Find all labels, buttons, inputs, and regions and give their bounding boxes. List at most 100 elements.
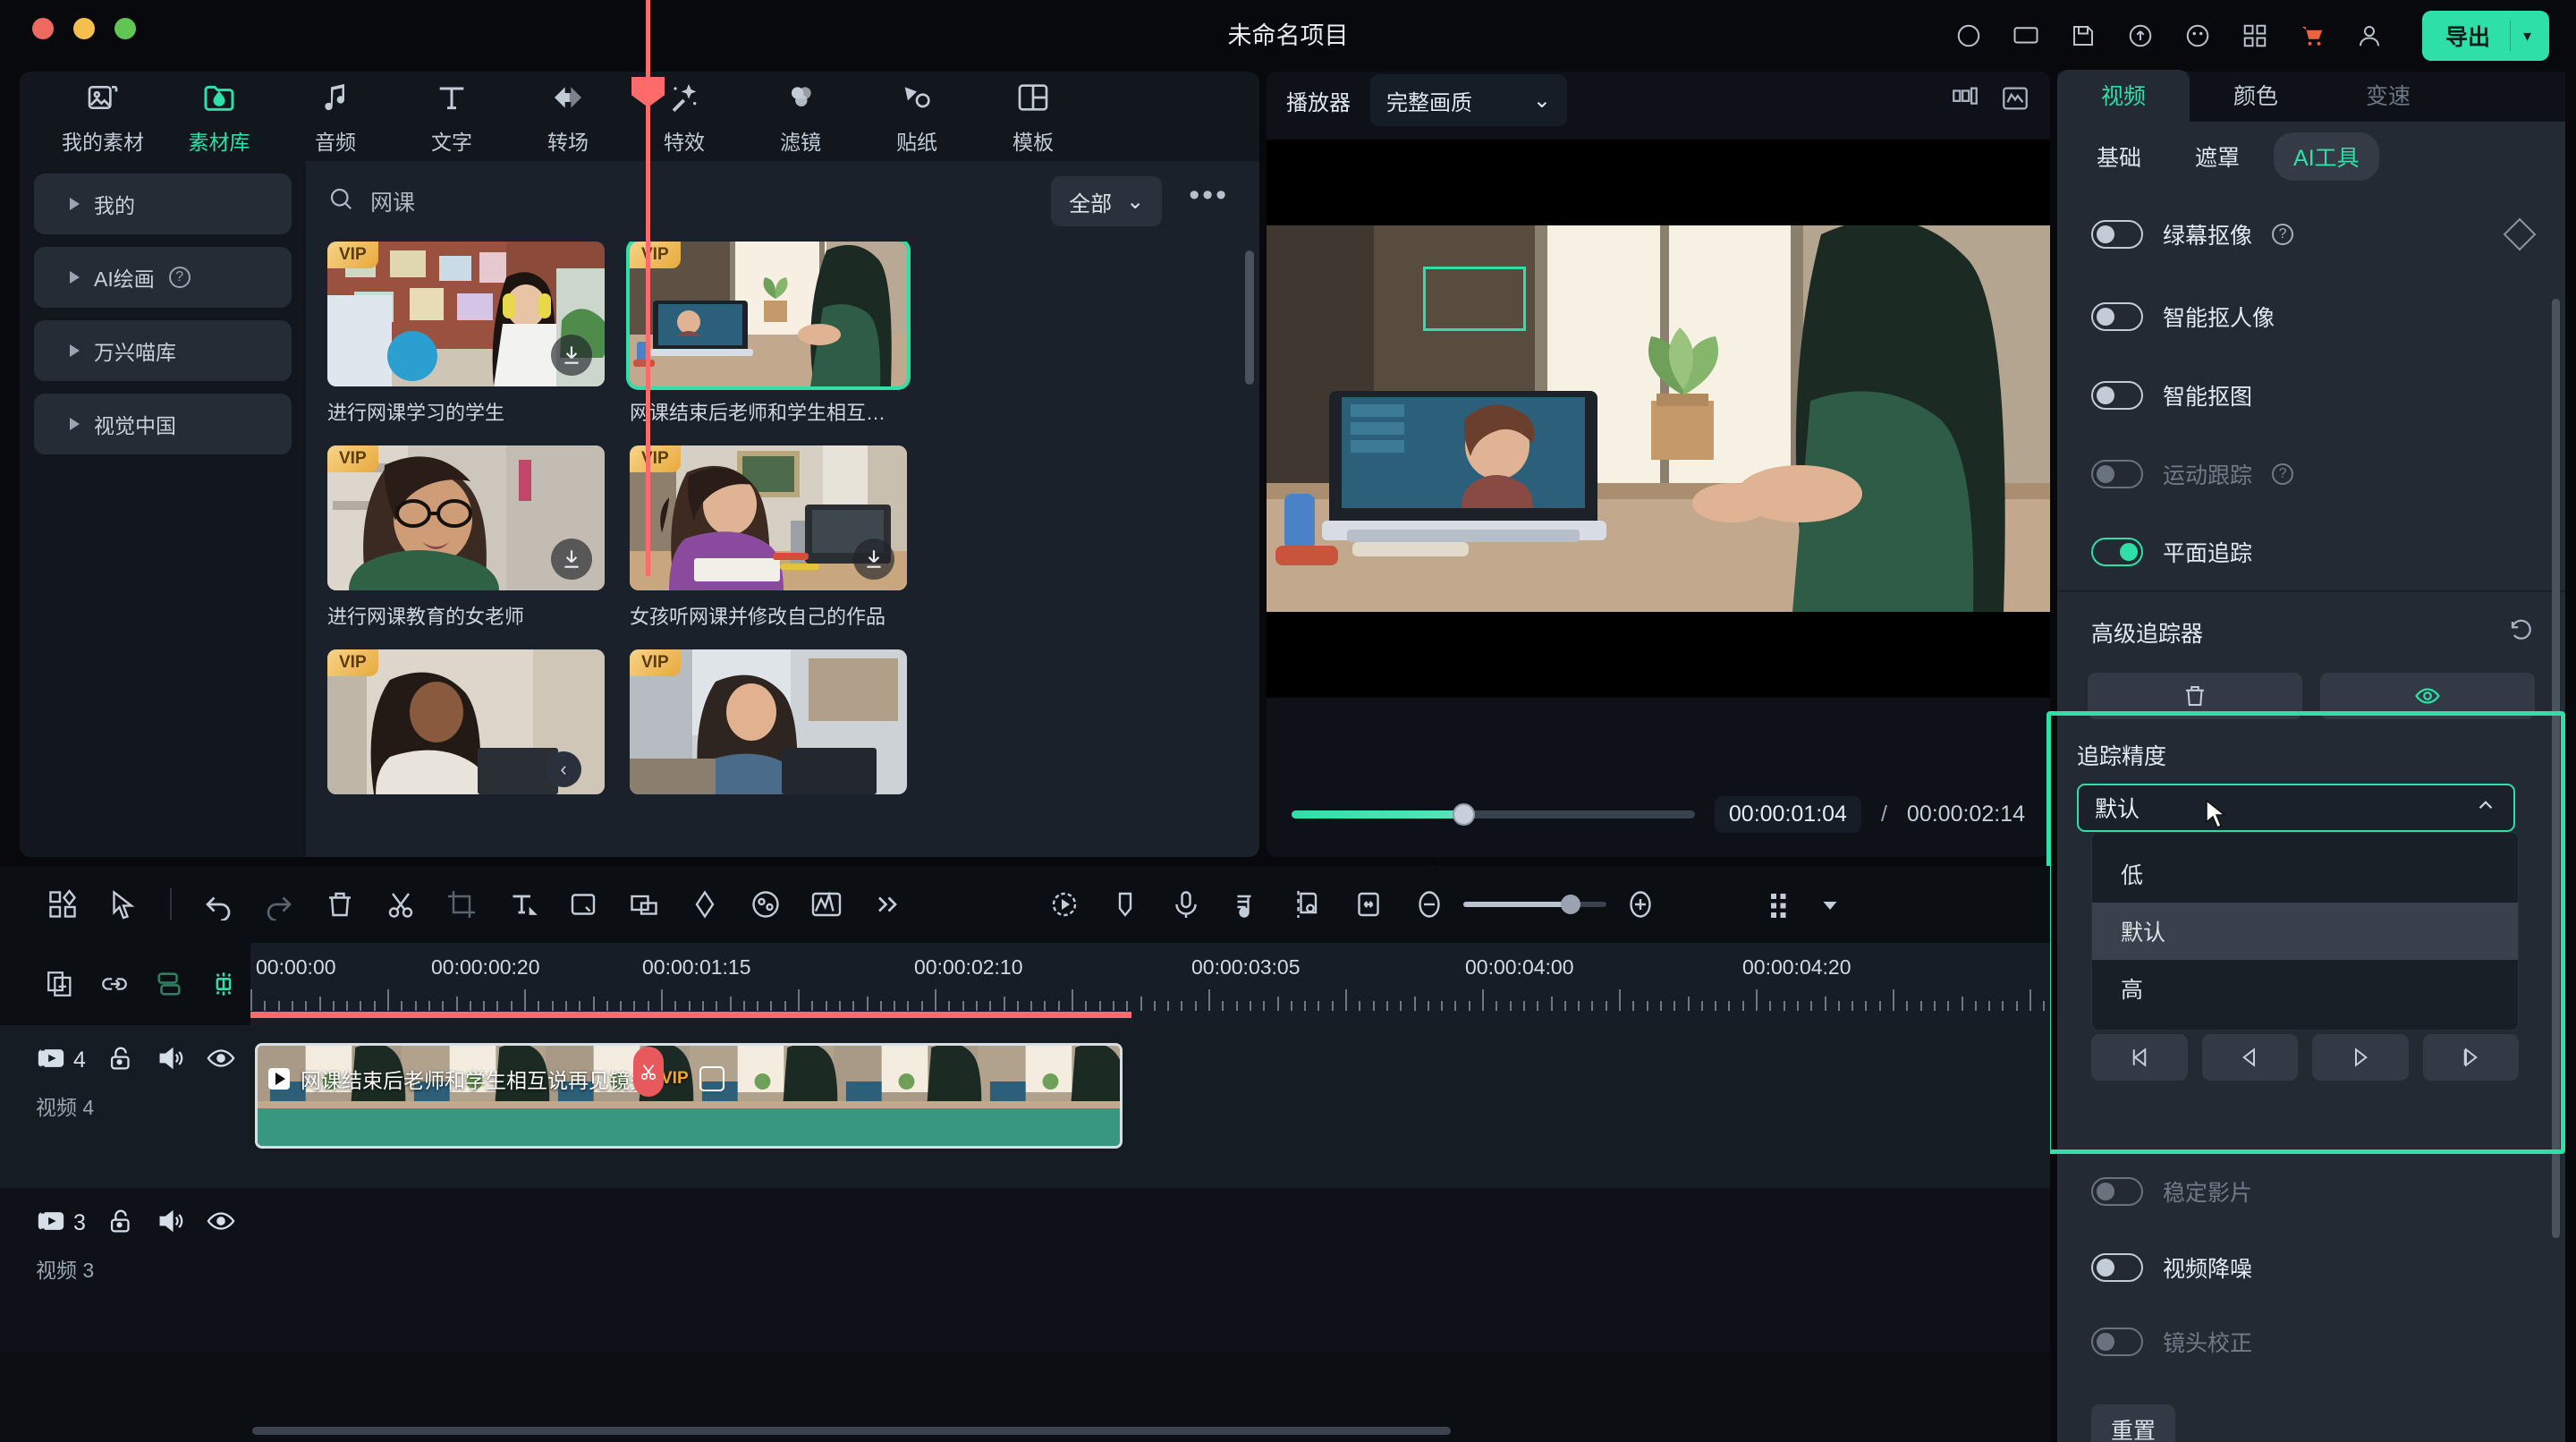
library-thumbnail[interactable]: VIP [630,649,907,794]
download-icon[interactable] [551,335,592,376]
monitor-icon[interactable] [2011,21,2041,51]
video-stage[interactable] [1267,140,2050,698]
timeline-horizontal-scrollbar[interactable] [252,1427,1451,1435]
tab-video[interactable]: 视频 [2057,70,2190,122]
quality-dropdown[interactable]: 完整画质 ⌄ [1370,74,1567,126]
text-tool-icon[interactable] [492,888,553,920]
menu-item-high[interactable]: 高 [2092,960,2518,1017]
step-back-icon[interactable] [2201,1034,2298,1081]
subtab-basic[interactable]: 基础 [2077,132,2161,181]
eye-icon[interactable] [206,1206,236,1241]
library-card[interactable]: VIP 进行网课学习的学生 [327,242,605,426]
planar-tracking-toggle[interactable] [2091,538,2143,566]
crop-icon[interactable] [431,888,492,920]
split-at-playhead-button[interactable] [633,1047,664,1097]
player-seek-slider[interactable] [1292,802,1695,826]
user-icon[interactable] [2354,21,2385,51]
library-thumbnail[interactable]: VIP [327,242,605,386]
view-density-icon[interactable] [1751,888,1812,920]
record-icon[interactable] [1953,21,1984,51]
nav-tab-filters[interactable]: 滤镜 [742,78,859,156]
library-card[interactable]: VIP 女孩听网课并修改自己的作品 [630,445,907,630]
subtab-mask[interactable]: 遮罩 [2175,132,2259,181]
cloud-upload-icon[interactable] [2125,21,2156,51]
skip-start-icon[interactable] [2091,1034,2188,1081]
split-scissors-icon[interactable] [370,888,431,920]
delete-icon[interactable] [309,888,370,920]
green-screen-toggle[interactable] [2091,220,2143,249]
help-icon[interactable]: ? [2272,224,2294,245]
keyframe-icon[interactable] [2503,217,2537,251]
beat-detect-icon[interactable] [1216,888,1277,920]
stabilize-icon[interactable] [796,888,857,920]
add-track-icon[interactable] [32,969,87,999]
zoom-slider[interactable] [1463,895,1606,914]
play-forward-icon[interactable] [2312,1034,2409,1081]
grid-icon[interactable] [2240,21,2270,51]
planar-tracking-selection-box[interactable] [1423,267,1526,331]
crop-icon[interactable] [699,1066,724,1091]
sidebar-item-mine[interactable]: 我的 [34,174,292,234]
download-icon[interactable] [853,539,894,580]
cart-icon[interactable] [2297,21,2327,51]
tab-speed[interactable]: 变速 [2322,79,2454,122]
redo-icon[interactable] [249,888,309,920]
download-icon[interactable] [551,539,592,580]
keyframe-icon[interactable] [674,888,735,920]
chevron-down-icon[interactable] [1812,888,1848,920]
menu-item-low[interactable]: 低 [2092,845,2518,903]
layout-grid-icon[interactable] [1950,83,1980,118]
auto-highlight-icon[interactable] [1034,888,1095,920]
nav-tab-stock-library[interactable]: 素材库 [161,78,277,156]
color-wheel-icon[interactable] [735,888,796,920]
library-thumbnail[interactable]: VIP [630,242,907,386]
nav-tab-audio[interactable]: 音频 [277,78,394,156]
link-icon[interactable] [87,969,141,999]
library-thumbnail[interactable]: VIP [327,445,605,590]
filter-all-dropdown[interactable]: 全部 ⌄ [1051,176,1163,226]
progress-knob[interactable] [1453,802,1476,826]
smart-cutout-toggle[interactable] [2091,381,2143,410]
denoise-toggle[interactable] [2091,1253,2143,1282]
tracking-accuracy-dropdown[interactable]: 默认 [2077,784,2515,832]
unlock-icon[interactable] [106,1206,136,1241]
nav-tab-transition[interactable]: 转场 [510,78,626,156]
search-input[interactable]: 网课 [327,185,1035,218]
playhead[interactable] [631,0,665,576]
undo-icon[interactable] [188,888,249,920]
library-card[interactable]: VIP 网课结束后老师和学生相互… [630,242,907,426]
reset-icon[interactable] [2508,617,2535,649]
track-body[interactable] [250,1188,2050,1351]
track-body[interactable]: 网课结束后老师和学生相互说再见镜头 VIP [250,1025,2050,1188]
speaker-icon[interactable] [156,1043,186,1078]
library-card[interactable]: VIP [630,649,907,794]
collapse-sidebar-button[interactable]: ‹ [546,751,581,787]
nav-tab-text[interactable]: 文字 [394,78,510,156]
reset-button[interactable]: 重置 [2091,1404,2176,1442]
timeline-ruler[interactable]: 00:00:00 00:00:00:20 00:00:01:15 00:00:0… [250,943,2050,1025]
zoom-in-icon[interactable] [1610,888,1671,920]
menu-item-default[interactable]: 默认 [2092,903,2518,960]
nav-tab-sticker[interactable]: 贴纸 [859,78,975,156]
template-icon[interactable] [32,888,93,920]
help-icon[interactable] [2182,21,2213,51]
record-voice-icon[interactable] [1156,888,1216,920]
library-card[interactable]: VIP 进行网课教育的女老师 [327,445,605,630]
sidebar-item-wondershare-library[interactable]: 万兴喵库 [34,320,292,381]
unlock-icon[interactable] [106,1043,136,1078]
more-icon[interactable] [857,888,918,920]
skip-end-icon[interactable] [2422,1034,2519,1081]
tab-color[interactable]: 颜色 [2190,79,2322,122]
magnet-icon[interactable] [196,969,250,999]
nav-tab-my-media[interactable]: 我的素材 [45,78,161,156]
export-button[interactable]: 导出 ▾ [2421,11,2549,61]
sidebar-item-ai-art[interactable]: AI绘画 ? [34,247,292,308]
library-thumbnail[interactable]: VIP [630,445,907,590]
eye-icon[interactable] [206,1043,236,1078]
chevron-down-icon[interactable]: ▾ [2523,27,2549,46]
sidebar-item-visual-china[interactable]: 视觉中国 [34,394,292,454]
nav-tab-template[interactable]: 模板 [975,78,1091,156]
speaker-icon[interactable] [156,1206,186,1241]
zoom-out-icon[interactable] [1399,888,1460,920]
marker-icon[interactable] [1095,888,1156,920]
